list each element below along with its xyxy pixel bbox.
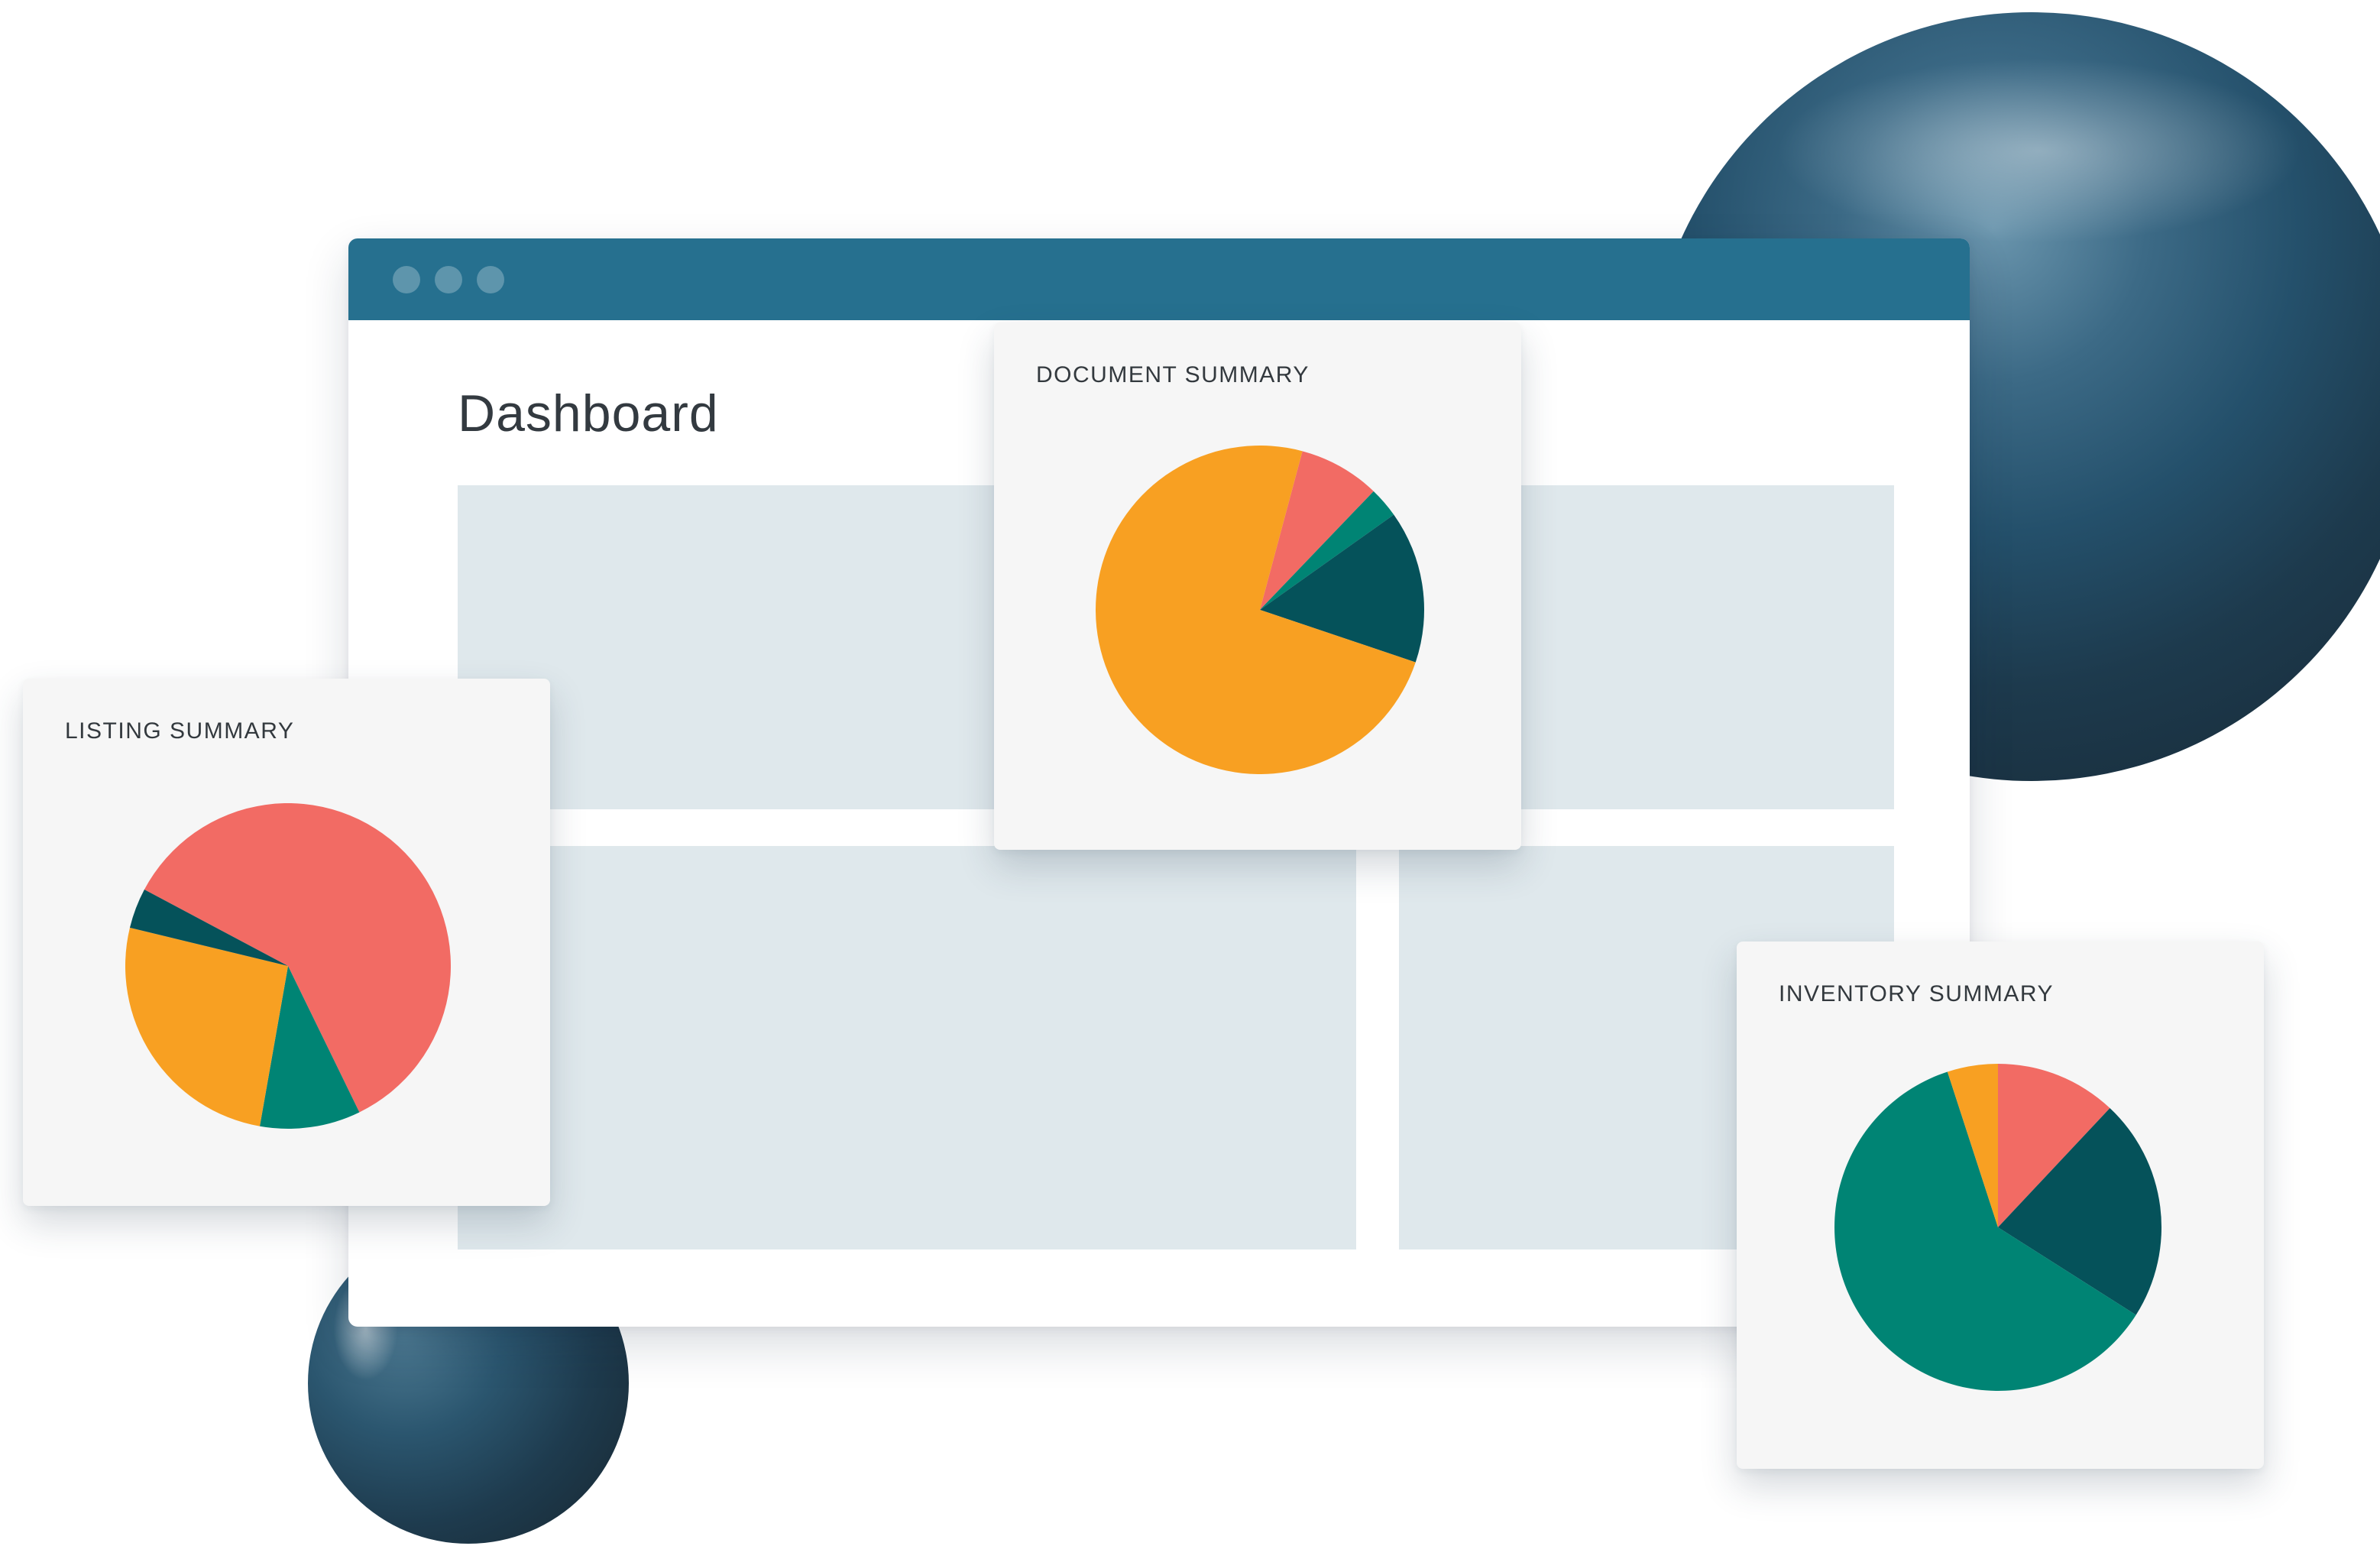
stage: Dashboard LISTING SUMMARY DOCUMENT SUMMA… xyxy=(0,0,2380,1546)
inventory-summary-pie xyxy=(1834,1064,2162,1391)
inventory-summary-card[interactable]: INVENTORY SUMMARY xyxy=(1737,942,2264,1469)
listing-summary-card[interactable]: LISTING SUMMARY xyxy=(23,679,550,1206)
window-control-dot-2[interactable] xyxy=(435,266,462,293)
listing-summary-pie xyxy=(125,802,451,1129)
dashboard-tile-bottom-left xyxy=(458,846,1356,1249)
window-titlebar xyxy=(348,238,1970,320)
window-control-dot-1[interactable] xyxy=(393,266,420,293)
window-control-dot-3[interactable] xyxy=(477,266,504,293)
document-summary-pie xyxy=(1096,446,1425,775)
page-title: Dashboard xyxy=(458,384,719,442)
document-summary-card[interactable]: DOCUMENT SUMMARY xyxy=(994,322,1521,850)
